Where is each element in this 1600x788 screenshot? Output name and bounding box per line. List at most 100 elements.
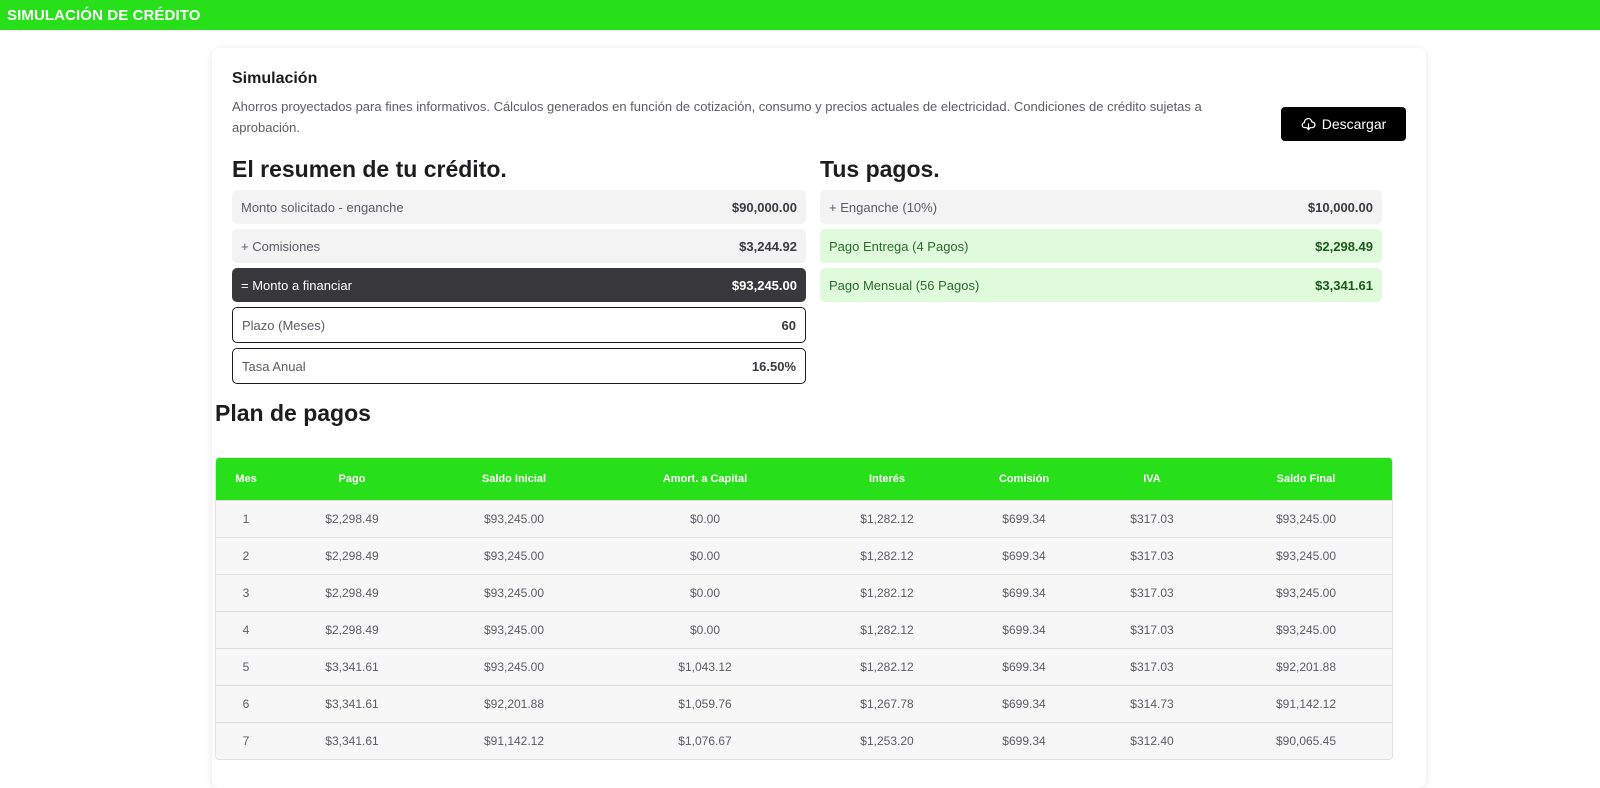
- row-label: Pago Entrega (4 Pagos): [829, 238, 969, 254]
- cloud-download-icon: [1301, 117, 1316, 130]
- column-header: Interés: [868, 472, 906, 485]
- summary-row-term: Plazo (Meses) 60: [232, 307, 806, 343]
- payments-row-monthly-payment: Pago Mensual (56 Pagos) $3,341.61: [820, 268, 1382, 302]
- plan-title: Plan de pagos: [215, 400, 371, 426]
- table-cell: $699.34: [1002, 585, 1046, 600]
- row-label: Plazo (Meses): [242, 317, 326, 333]
- table-cell: $1,282.12: [860, 511, 914, 526]
- row-value: $90,000.00: [731, 199, 797, 215]
- table-cell: $3,341.61: [325, 733, 379, 748]
- column-header: IVA: [1143, 472, 1161, 485]
- table-cell: $93,245.00: [483, 622, 545, 637]
- table-row: 4 $2,298.49 $93,245.00 $0.00 $1,282.12 $699.3…: [216, 611, 1392, 648]
- table-cell: $699.34: [1002, 548, 1046, 563]
- table-cell: 4: [242, 622, 250, 637]
- table-cell: 1: [242, 511, 250, 526]
- simulation-description: Ahorros proyectados para fines informati…: [232, 99, 1202, 135]
- row-label: + Comisiones: [241, 238, 321, 254]
- row-label: + Enganche (10%): [829, 199, 938, 215]
- table-cell: $0.00: [689, 548, 721, 563]
- table-row: 7 $3,341.61 $91,142.12 $1,076.67 $1,253.20 $6…: [216, 722, 1392, 759]
- column-header: Pago: [338, 472, 366, 485]
- table-cell: $1,282.12: [860, 548, 914, 563]
- top-bar: SIMULACIÓN DE CRÉDITO: [0, 0, 1600, 30]
- table-cell: $1,282.12: [860, 622, 914, 637]
- download-button[interactable]: Descargar: [1281, 107, 1406, 141]
- table-cell: $93,245.00: [483, 548, 545, 563]
- table-cell: 5: [242, 659, 250, 674]
- table-cell: $699.34: [1002, 696, 1046, 711]
- table-cell: 3: [242, 585, 250, 600]
- table-cell: $0.00: [689, 511, 721, 526]
- row-label: Tasa Anual: [242, 358, 306, 374]
- table-cell: $1,043.12: [678, 659, 732, 674]
- row-value: $10,000.00: [1307, 199, 1373, 215]
- table-cell: 2: [242, 548, 250, 563]
- table-cell: $1,267.78: [860, 696, 914, 711]
- table-cell: $91,142.12: [483, 733, 545, 748]
- table-cell: $699.34: [1002, 733, 1046, 748]
- table-cell: $0.00: [689, 585, 721, 600]
- table-cell: $1,282.12: [860, 659, 914, 674]
- table-cell: 6: [242, 696, 250, 711]
- table-cell: $2,298.49: [325, 585, 379, 600]
- summary-row-commissions: + Comisiones $3,244.92: [232, 229, 806, 263]
- table-cell: $317.03: [1130, 659, 1174, 674]
- table-cell: $2,298.49: [325, 511, 379, 526]
- table-cell: $93,245.00: [1275, 511, 1337, 526]
- table-cell: 7: [242, 733, 250, 748]
- table-cell: $93,245.00: [1275, 585, 1337, 600]
- summary-title: El resumen de tu crédito.: [232, 156, 507, 182]
- row-value: $3,341.61: [1315, 277, 1373, 293]
- table-cell: $699.34: [1002, 511, 1046, 526]
- table-cell: $90,065.45: [1275, 733, 1337, 748]
- table-cell: $317.03: [1130, 511, 1174, 526]
- table-cell: $1,282.12: [860, 585, 914, 600]
- payments-row-down-payment: + Enganche (10%) $10,000.00: [820, 190, 1382, 224]
- simulation-card: Simulación Ahorros proyectados para fine…: [212, 48, 1426, 788]
- row-value: 60: [781, 317, 796, 333]
- row-value: $3,244.92: [739, 238, 797, 254]
- table-row: 1 $2,298.49 $93,245.00 $0.00 $1,282.12 $699.3…: [216, 500, 1392, 537]
- table-row: 3 $2,298.49 $93,245.00 $0.00 $1,282.12 $699.3…: [216, 574, 1392, 611]
- table-cell: $2,298.49: [325, 548, 379, 563]
- row-value: 16.50%: [751, 358, 796, 374]
- column-header: Mes: [235, 472, 257, 485]
- table-cell: $1,253.20: [860, 733, 914, 748]
- payments-title: Tus pagos.: [820, 156, 940, 182]
- column-header: Saldo Final: [1276, 472, 1336, 485]
- table-row: 6 $3,341.61 $92,201.88 $1,059.76 $1,267.78 $6…: [216, 685, 1392, 722]
- table-cell: $312.40: [1130, 733, 1174, 748]
- column-header: Comisión: [998, 472, 1050, 485]
- table-cell: $3,341.61: [325, 696, 379, 711]
- table-cell: $91,142.12: [1275, 696, 1337, 711]
- table-cell: $317.03: [1130, 585, 1174, 600]
- summary-list: Monto solicitado - enganche $90,000.00 +…: [232, 190, 806, 389]
- table-cell: $2,298.49: [325, 622, 379, 637]
- summary-row-requested-amount: Monto solicitado - enganche $90,000.00: [232, 190, 806, 224]
- table-cell: $93,245.00: [483, 585, 545, 600]
- app-title: SIMULACIÓN DE CRÉDITO: [7, 6, 201, 24]
- table-cell: $92,201.88: [1275, 659, 1337, 674]
- column-header: Amort. a Capital: [662, 472, 748, 485]
- table-cell: $0.00: [689, 622, 721, 637]
- table-cell: $1,059.76: [678, 696, 732, 711]
- download-button-label: Descargar: [1321, 116, 1387, 132]
- row-label: = Monto a financiar: [241, 277, 352, 293]
- table-cell: $92,201.88: [483, 696, 545, 711]
- table-cell: $93,245.00: [483, 511, 545, 526]
- column-header: Saldo Inicial: [481, 472, 547, 485]
- payments-list: + Enganche (10%) $10,000.00 Pago Entrega…: [820, 190, 1382, 307]
- payment-plan-table: Mes Pago Saldo Inicial Amort. a Capital Inte…: [215, 457, 1393, 760]
- table-cell: $317.03: [1130, 622, 1174, 637]
- table-cell: $93,245.00: [1275, 622, 1337, 637]
- table-cell: $93,245.00: [483, 659, 545, 674]
- table-cell: $314.73: [1130, 696, 1174, 711]
- payments-row-delivery-payment: Pago Entrega (4 Pagos) $2,298.49: [820, 229, 1382, 263]
- row-value: $93,245.00: [731, 277, 797, 293]
- table-cell: $699.34: [1002, 622, 1046, 637]
- table-cell: $317.03: [1130, 548, 1174, 563]
- simulation-title: Simulación: [232, 70, 318, 87]
- row-label: Monto solicitado - enganche: [241, 199, 404, 215]
- table-cell: $699.34: [1002, 659, 1046, 674]
